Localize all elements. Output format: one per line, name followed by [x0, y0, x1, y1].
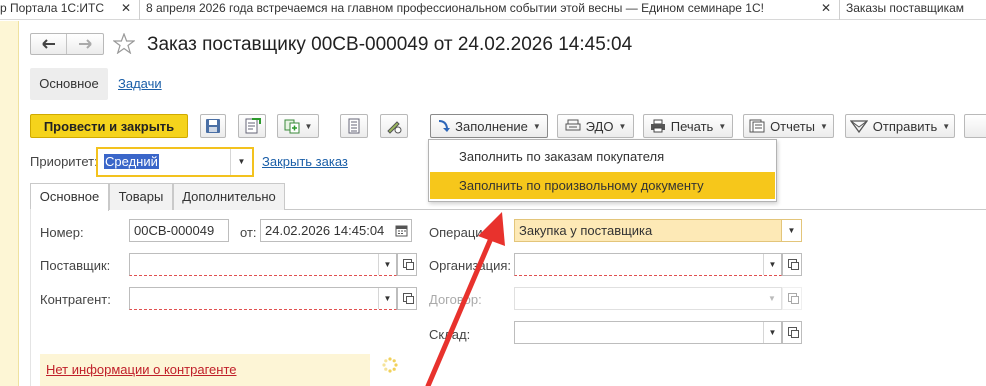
nav-item-label: Основное: [39, 76, 99, 91]
close-icon[interactable]: ✕: [821, 1, 831, 15]
operation-select[interactable]: Закупка у поставщика ▼: [514, 219, 802, 242]
chevron-down-icon: ▼: [942, 121, 951, 131]
date-field[interactable]: 24.02.2026 14:45:04: [260, 219, 412, 242]
print-button[interactable]: Печать ▼: [643, 114, 733, 138]
tab-panel-border: [30, 209, 31, 386]
chevron-down-icon[interactable]: ▼: [763, 254, 781, 275]
menu-item-label: Заполнить по произвольному документу: [459, 178, 704, 193]
tab-main[interactable]: Основное: [30, 183, 109, 211]
window-tab-strip: р Портала 1С:ИТС ✕ 8 апреля 2026 года вс…: [0, 0, 986, 20]
window-tab-its[interactable]: р Портала 1С:ИТС: [0, 0, 112, 20]
tab-label: Дополнительно: [182, 189, 276, 204]
fill-button-label: Заполнение: [455, 118, 528, 134]
close-order-link[interactable]: Закрыть заказ: [262, 154, 348, 169]
page-title: Заказ поставщику 00СВ-000049 от 24.02.20…: [147, 34, 633, 55]
menu-item-label: Заполнить по заказам покупателя: [459, 149, 665, 164]
create-based-on-icon: [284, 119, 300, 134]
close-icon[interactable]: ✕: [121, 1, 131, 15]
edo-button[interactable]: ЭДО ▼: [557, 114, 634, 138]
window-tab-label: Заказы поставщикам: [846, 1, 965, 15]
warehouse-field[interactable]: ▼: [514, 321, 782, 344]
reports-button-label: Отчеты: [770, 118, 815, 134]
edo-icon: [565, 119, 581, 131]
open-contract-button: [782, 287, 802, 310]
open-organization-button[interactable]: [782, 253, 802, 276]
fill-button[interactable]: Заполнение ▼: [430, 114, 548, 138]
chevron-down-icon[interactable]: ▼: [781, 220, 801, 241]
star-icon[interactable]: [113, 33, 135, 54]
chevron-down-icon[interactable]: ▼: [378, 254, 396, 275]
reports-button[interactable]: Отчеты ▼: [743, 114, 834, 138]
fill-dropdown-menu: Заполнить по заказам покупателя Заполнит…: [428, 139, 777, 202]
date-label: от:: [240, 225, 257, 240]
loading-spinner-icon: [382, 357, 398, 373]
window-tab-supplier-orders[interactable]: Заказы поставщикам: [846, 0, 986, 20]
chevron-down-icon: ▼: [820, 121, 828, 131]
open-warehouse-button[interactable]: [782, 321, 802, 344]
post-button[interactable]: [238, 114, 266, 138]
nav-buttons: [30, 33, 104, 55]
chevron-down-icon: ▼: [304, 121, 313, 131]
window-tab-seminar[interactable]: 8 апреля 2026 года встречаемся на главно…: [146, 0, 818, 20]
tab-label: Основное: [39, 189, 100, 204]
window-tab-label: р Портала 1С:ИТС: [0, 1, 105, 15]
menu-item-fill-by-arbitrary-document[interactable]: Заполнить по произвольному документу: [430, 172, 775, 199]
priority-select[interactable]: Средний ▼: [96, 147, 254, 177]
chevron-down-icon: ▼: [718, 121, 727, 131]
arrow-right-icon: [79, 39, 92, 49]
supplier-label: Поставщик:: [40, 258, 111, 273]
left-panel-strip: [0, 21, 19, 386]
send-button[interactable]: Отправить ▼: [845, 114, 955, 138]
priority-value: Средний: [104, 154, 159, 169]
operation-value: Закупка у поставщика: [519, 223, 653, 238]
nav-item-main[interactable]: Основное: [30, 68, 108, 100]
window-tab-label: 8 апреля 2026 года встречаемся на главно…: [146, 1, 764, 15]
create-based-on-button[interactable]: ▼: [277, 114, 319, 138]
supplier-field[interactable]: ▼: [129, 253, 397, 276]
chevron-down-icon: ▼: [532, 121, 541, 131]
tab-additional[interactable]: Дополнительно: [173, 183, 285, 210]
send-button-label: Отправить: [872, 118, 938, 134]
no-counterparty-info-link[interactable]: Нет информации о контрагенте: [46, 362, 237, 377]
menu-item-fill-by-customer-orders[interactable]: Заполнить по заказам покупателя: [429, 145, 776, 168]
counterparty-label: Контрагент:: [40, 292, 111, 307]
save-icon: [206, 119, 220, 133]
tab-goods[interactable]: Товары: [109, 183, 173, 210]
chevron-down-icon: ▼: [618, 121, 627, 131]
chevron-down-icon[interactable]: ▼: [230, 149, 252, 175]
more-button[interactable]: [964, 114, 986, 138]
printer-icon: [650, 119, 665, 133]
tab-label: Товары: [118, 189, 164, 204]
chevron-down-icon: ▼: [768, 294, 776, 303]
date-value: 24.02.2026 14:45:04: [265, 223, 385, 238]
forward-button[interactable]: [67, 34, 103, 54]
number-label: Номер:: [40, 225, 84, 240]
edit-button[interactable]: [380, 114, 408, 138]
calendar-icon[interactable]: [395, 224, 408, 237]
send-icon: [849, 120, 868, 133]
tab-underline: [285, 209, 986, 210]
contract-field: ▼: [514, 287, 782, 310]
save-button[interactable]: [200, 114, 226, 138]
number-field[interactable]: 00СВ-000049: [129, 219, 229, 242]
post-and-close-button[interactable]: Провести и закрыть: [30, 114, 188, 138]
pencil-icon: [387, 121, 402, 134]
priority-label: Приоритет:: [30, 154, 98, 169]
edo-button-label: ЭДО: [585, 118, 614, 134]
document-list-icon: [348, 118, 360, 134]
nav-item-tasks[interactable]: Задачи: [118, 76, 162, 91]
annotation-arrow: [425, 212, 505, 386]
post-document-icon: [245, 118, 261, 134]
structure-button[interactable]: [340, 114, 368, 138]
counterparty-field[interactable]: ▼: [129, 287, 397, 310]
print-button-label: Печать: [670, 118, 714, 134]
fill-arrow-icon: [439, 120, 451, 132]
chevron-down-icon[interactable]: ▼: [763, 322, 781, 343]
chevron-down-icon[interactable]: ▼: [378, 288, 396, 309]
back-button[interactable]: [31, 34, 67, 54]
reports-icon: [749, 119, 765, 133]
arrow-left-icon: [41, 39, 55, 49]
organization-field[interactable]: ▼: [514, 253, 782, 276]
